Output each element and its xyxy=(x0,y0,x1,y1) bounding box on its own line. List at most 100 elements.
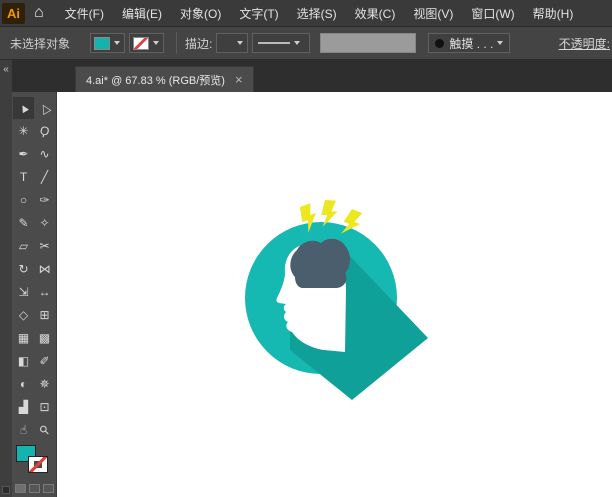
head-idea-artwork[interactable] xyxy=(245,200,428,400)
eraser-tool[interactable]: ▱ xyxy=(13,235,34,257)
touch-style-control[interactable]: 触摸 . . . xyxy=(428,33,510,53)
scissors-tool[interactable]: ✂ xyxy=(34,235,55,257)
menu-item-1[interactable]: 编辑(E) xyxy=(113,5,171,22)
eyedropper-tool[interactable]: ✐ xyxy=(34,350,55,372)
blend-tool-icon: ◐ xyxy=(20,378,27,390)
selection-tool-icon: ▲ xyxy=(15,100,31,116)
zoom-tool-icon: ⚲ xyxy=(37,423,52,438)
width-profile-select[interactable] xyxy=(252,33,310,53)
pencil-tool-icon: ✎ xyxy=(18,217,28,229)
menu-item-0[interactable]: 文件(F) xyxy=(56,5,113,22)
blend-tool[interactable]: ◐ xyxy=(13,373,34,395)
eraser-tool-icon: ▱ xyxy=(19,240,28,252)
menu-item-7[interactable]: 窗口(W) xyxy=(462,5,523,22)
document-tab-title: 4.ai* @ 67.83 % (RGB/预览) xyxy=(86,72,225,88)
shaper-tool[interactable]: ✧ xyxy=(34,212,55,234)
panel-corner-icon[interactable] xyxy=(2,486,10,494)
menu-item-5[interactable]: 效果(C) xyxy=(346,5,405,22)
paintbrush-tool-icon: ✑ xyxy=(39,194,49,206)
symbol-sprayer-tool[interactable]: ✵ xyxy=(34,373,55,395)
zoom-tool[interactable]: ⚲ xyxy=(34,419,55,441)
stroke-weight-label: 描边: xyxy=(185,35,212,52)
draw-behind-button[interactable] xyxy=(29,484,40,493)
artwork-svg xyxy=(57,92,612,497)
width-tool[interactable]: ↔ xyxy=(34,281,55,303)
scale-tool-icon: ⇲ xyxy=(18,286,28,298)
width-tool-icon: ↔ xyxy=(39,286,51,298)
free-transform-tool[interactable]: ◇ xyxy=(13,304,34,326)
close-tab-icon[interactable]: × xyxy=(235,73,243,86)
width-profile-preview-icon xyxy=(258,42,290,44)
tools-panel: ▲△ ✳ Ϙ ✒ ∿ T ╱ ○ ✑ ✎ ✧ ▱ ✂ ↻ ⋈ ⇲ ↔ ◇⊞ ▦ ▩ ◧ ✐ ◐ ✵ ▟ ⊡☝⚲ xyxy=(12,92,57,497)
opacity-link[interactable]: 不透明度: xyxy=(559,35,610,52)
pencil-tool[interactable]: ✎ xyxy=(13,212,34,234)
pen-tool[interactable]: ✒ xyxy=(13,143,34,165)
curvature-tool[interactable]: ∿ xyxy=(34,143,55,165)
selection-status: 未选择对象 xyxy=(10,35,70,52)
line-segment-tool-icon: ╱ xyxy=(41,171,48,183)
menu-item-2[interactable]: 对象(O) xyxy=(171,5,230,22)
rotate-tool-icon: ↻ xyxy=(18,263,28,275)
reflect-tool-icon: ⋈ xyxy=(39,263,51,275)
document-tab[interactable]: 4.ai* @ 67.83 % (RGB/预览) × xyxy=(75,66,254,92)
touch-label: 触摸 . . . xyxy=(449,35,493,52)
style-dot-icon xyxy=(435,39,444,48)
eyedropper-tool-icon: ✐ xyxy=(39,355,49,367)
perspective-grid-tool[interactable]: ▦ xyxy=(13,327,34,349)
chevron-down-icon xyxy=(497,41,503,45)
stroke-weight-select[interactable] xyxy=(216,33,248,53)
chevron-down-icon xyxy=(294,41,300,45)
direct-selection-tool[interactable]: △ xyxy=(34,97,55,119)
brush-definition-select xyxy=(320,33,416,53)
shaper-tool-icon: ✧ xyxy=(39,217,49,229)
pen-tool-icon: ✒ xyxy=(18,148,28,160)
column-graph-tool[interactable]: ▟ xyxy=(13,396,34,418)
artboard-canvas[interactable] xyxy=(57,92,612,497)
hand-tool[interactable]: ☝ xyxy=(13,419,34,441)
illustrator-logo-icon: Ai xyxy=(2,3,25,24)
separator xyxy=(176,32,177,54)
line-segment-tool[interactable]: ╱ xyxy=(34,166,55,188)
perspective-grid-tool-icon: ▦ xyxy=(18,332,29,344)
menu-item-8[interactable]: 帮助(H) xyxy=(524,5,583,22)
menu-item-6[interactable]: 视图(V) xyxy=(404,5,462,22)
stroke-color-indicator[interactable] xyxy=(28,456,48,473)
menu-bar: Ai ⌂ 文件(F)编辑(E)对象(O)文字(T)选择(S)效果(C)视图(V)… xyxy=(0,0,612,27)
document-tab-bar: 4.ai* @ 67.83 % (RGB/预览) × xyxy=(12,60,612,92)
type-tool[interactable]: T xyxy=(13,166,34,188)
type-tool-icon: T xyxy=(20,171,27,183)
fill-swatch-icon xyxy=(94,37,110,50)
stroke-none-swatch-icon xyxy=(133,37,149,50)
paintbrush-tool[interactable]: ✑ xyxy=(34,189,55,211)
scissors-tool-icon: ✂ xyxy=(39,240,49,252)
menu-item-3[interactable]: 文字(T) xyxy=(230,5,287,22)
ellipse-tool[interactable]: ○ xyxy=(13,189,34,211)
collapse-panel-icon[interactable]: « xyxy=(0,65,12,75)
tool-list: ▲△ ✳ Ϙ ✒ ∿ T ╱ ○ ✑ ✎ ✧ ▱ ✂ ↻ ⋈ ⇲ ↔ ◇⊞ ▦ ▩ ◧ ✐ ◐ ✵ ▟ ⊡☝⚲ xyxy=(12,92,56,441)
draw-normal-button[interactable] xyxy=(15,484,26,493)
chevron-down-icon xyxy=(237,41,243,45)
gradient-tool-icon: ◧ xyxy=(18,355,29,367)
control-bar: 未选择对象 描边: 触摸 . . . 不透明度: xyxy=(0,27,612,60)
reflect-tool[interactable]: ⋈ xyxy=(34,258,55,280)
draw-inside-button[interactable] xyxy=(43,484,54,493)
none-slash-icon xyxy=(29,457,47,472)
shape-builder-tool[interactable]: ⊞ xyxy=(34,304,55,326)
gradient-tool[interactable]: ◧ xyxy=(13,350,34,372)
mesh-tool[interactable]: ▩ xyxy=(34,327,55,349)
curvature-tool-icon: ∿ xyxy=(39,148,49,160)
lasso-tool[interactable]: Ϙ xyxy=(34,120,55,142)
column-graph-tool-icon: ▟ xyxy=(19,401,28,413)
magic-wand-tool-icon: ✳ xyxy=(18,125,28,137)
scale-tool[interactable]: ⇲ xyxy=(13,281,34,303)
draw-modes xyxy=(12,484,56,493)
stroke-color-control[interactable] xyxy=(129,33,164,53)
magic-wand-tool[interactable]: ✳ xyxy=(13,120,34,142)
rotate-tool[interactable]: ↻ xyxy=(13,258,34,280)
mesh-tool-icon: ▩ xyxy=(39,332,50,344)
fill-color-control[interactable] xyxy=(90,33,125,53)
menu-item-4[interactable]: 选择(S) xyxy=(288,5,346,22)
home-icon[interactable]: ⌂ xyxy=(34,5,44,21)
selection-tool[interactable]: ▲ xyxy=(13,97,34,119)
artboard-tool[interactable]: ⊡ xyxy=(34,396,55,418)
